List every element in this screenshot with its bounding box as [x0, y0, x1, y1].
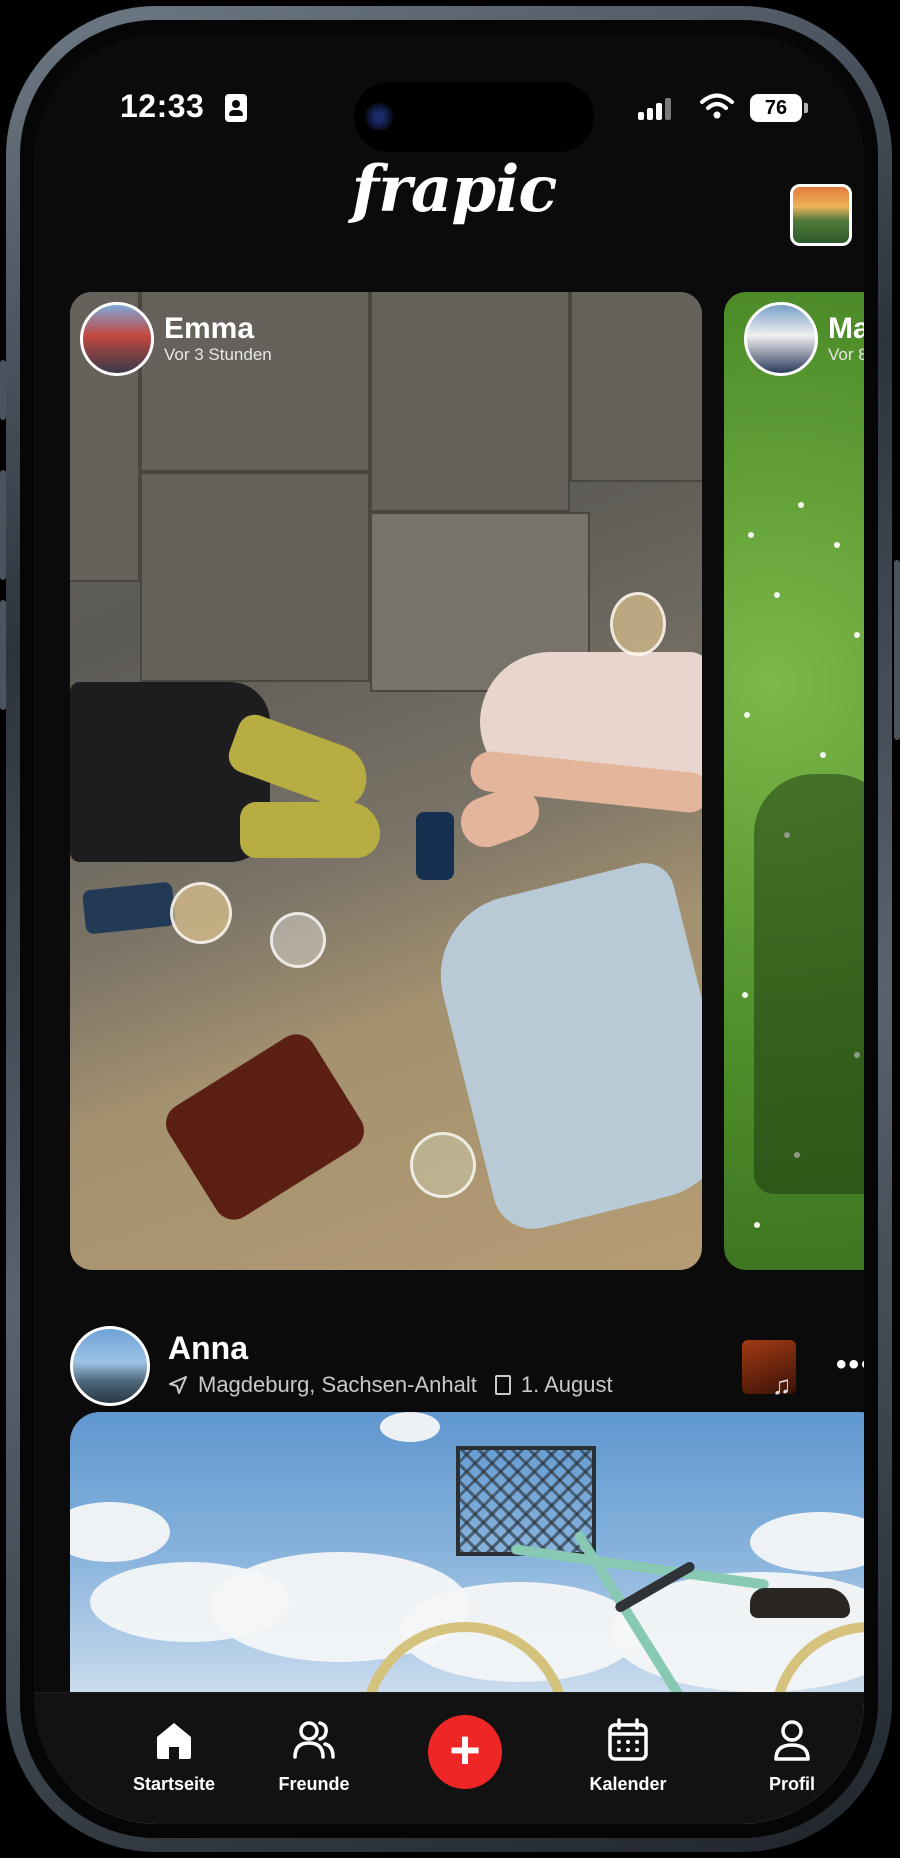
photo-element [748, 532, 754, 538]
avatar[interactable] [70, 1326, 150, 1406]
tab-startseite[interactable]: Startseite [104, 1717, 244, 1795]
photo-element [410, 1132, 476, 1198]
story-user-name: Max [828, 312, 864, 346]
photo-element [854, 632, 860, 638]
post-meta: Magdeburg, Sachsen-Anhalt 1. August [168, 1372, 613, 1398]
photo-element [170, 882, 232, 944]
location-arrow-icon [169, 1376, 187, 1394]
photo-element [750, 1512, 864, 1572]
app-logo: frapic [351, 152, 558, 227]
story-user-text: Emma Vor 3 Stunden [164, 313, 272, 365]
story-user: Emma Vor 3 Stunden [80, 302, 272, 376]
phone-frame: 12:33 76 frapic Emma Vor 3 Stunden Ma Vo… [6, 6, 892, 1852]
phone-bezel: 12:33 76 frapic Emma Vor 3 Stunden Ma Vo… [20, 20, 878, 1838]
photo-element [750, 1588, 850, 1618]
cellular-signal-icon [638, 96, 671, 120]
story-user-text: Max Vor 8 [828, 313, 864, 365]
story-time: Vor 3 Stunden [164, 344, 272, 364]
battery-tip [804, 103, 808, 113]
profile-icon [774, 1720, 810, 1761]
status-time: 12:33 [120, 88, 205, 124]
photo-element [744, 712, 750, 718]
tab-label: Kalender [589, 1774, 667, 1794]
photo-element [81, 881, 177, 935]
photo-element [380, 1412, 440, 1442]
tab-freunde[interactable]: Freunde [244, 1717, 384, 1795]
battery-indicator: 76 [750, 94, 802, 122]
calendar-icon [608, 1718, 648, 1761]
screen: 12:33 76 frapic Emma Vor 3 Stunden Ma Vo… [34, 34, 864, 1824]
power-button[interactable] [894, 560, 900, 740]
photo-element [610, 592, 666, 656]
tab-label: Freunde [278, 1774, 350, 1794]
story-time: Vor 8 [828, 344, 864, 364]
music-note-icon: ♫ [772, 1370, 792, 1400]
photo-element [70, 1502, 170, 1562]
avatar [744, 302, 818, 376]
photo-element [270, 912, 326, 968]
wifi-icon [700, 93, 734, 119]
paving-stone [370, 292, 570, 512]
photo-element [798, 502, 804, 508]
tab-profil[interactable]: Profil [722, 1717, 862, 1795]
paving-stone [570, 292, 702, 482]
friends-icon [293, 1721, 335, 1759]
contact-card-icon [225, 94, 247, 122]
tab-label: Profil [768, 1774, 815, 1794]
post-user-name[interactable]: Anna [168, 1330, 248, 1367]
post-date: 1. August [520, 1372, 613, 1397]
photo-element [240, 802, 380, 858]
tab-bar: Startseite Freunde + Kalender Profil [34, 1692, 864, 1824]
more-options-button[interactable]: ••• [836, 1348, 864, 1382]
post-header: Anna Magdeburg, Sachsen-Anhalt 1. August… [70, 1326, 864, 1406]
photo-element [754, 774, 864, 1194]
battery-level: 76 [764, 96, 788, 119]
photo-element [774, 592, 780, 598]
story-card-emma[interactable]: Emma Vor 3 Stunden [70, 292, 702, 1270]
photo-element [158, 1026, 372, 1228]
photo-element [754, 1222, 760, 1228]
add-post-button[interactable]: + [428, 1715, 502, 1789]
photo-element [742, 992, 748, 998]
photo-element [834, 542, 840, 548]
post-location[interactable]: Magdeburg, Sachsen-Anhalt [198, 1372, 477, 1398]
avatar [80, 302, 154, 376]
front-camera [364, 102, 394, 132]
book-icon [494, 1375, 511, 1395]
paving-stone [140, 472, 370, 682]
photo-element [416, 812, 454, 880]
photo-element [820, 752, 826, 758]
story-user-name: Emma [164, 312, 255, 346]
my-avatar-button[interactable] [790, 184, 852, 246]
story-user: Max Vor 8 [744, 302, 864, 376]
plus-icon: + [449, 1720, 481, 1780]
tab-kalender[interactable]: Kalender [558, 1717, 698, 1795]
home-icon [157, 1723, 191, 1759]
tab-label: Startseite [132, 1774, 216, 1794]
